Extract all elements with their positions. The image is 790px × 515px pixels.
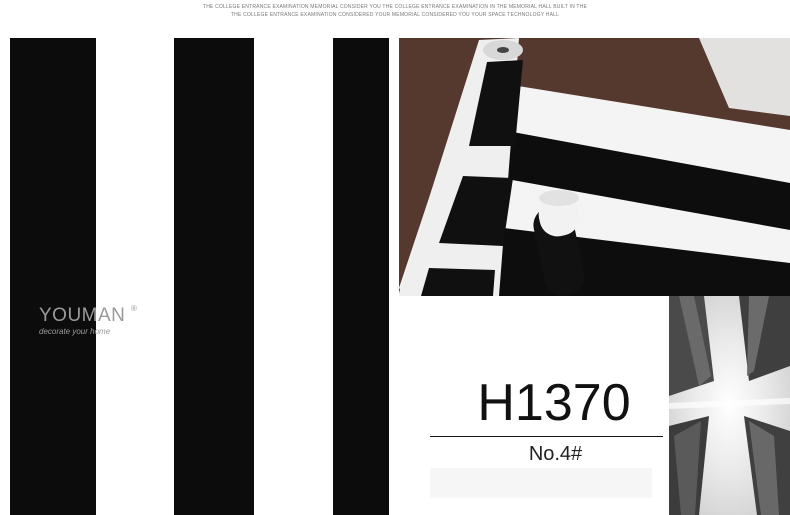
registered-mark: ® [131, 304, 137, 313]
skyscraper-image [669, 296, 790, 515]
wallpaper-roll-photo [399, 38, 790, 296]
black-stripe [174, 38, 254, 515]
rooftop-skyscraper-photo [669, 296, 790, 515]
black-stripe [10, 38, 96, 515]
product-code: H1370 [477, 374, 631, 432]
brand-tagline: decorate your home [39, 327, 111, 336]
striped-wallpaper-closeup: YOUMAN ® decorate your home [10, 38, 389, 515]
brand-watermark: YOUMAN ® decorate your home [39, 304, 137, 337]
wallpaper-roll-image [399, 38, 790, 296]
brand-name: YOUMAN [39, 305, 126, 326]
black-stripe [333, 38, 389, 515]
header-caption-line-2: THE COLLEGE ENTRANCE EXAMINATION CONSIDE… [230, 12, 560, 18]
divider [430, 436, 663, 437]
product-code-panel: H1370 No.4# [399, 296, 667, 515]
caption-background [430, 468, 652, 498]
product-number: No.4# [528, 443, 583, 465]
header-caption-line-1: THE COLLEGE ENTRANCE EXAMINATION MEMORIA… [202, 4, 588, 10]
